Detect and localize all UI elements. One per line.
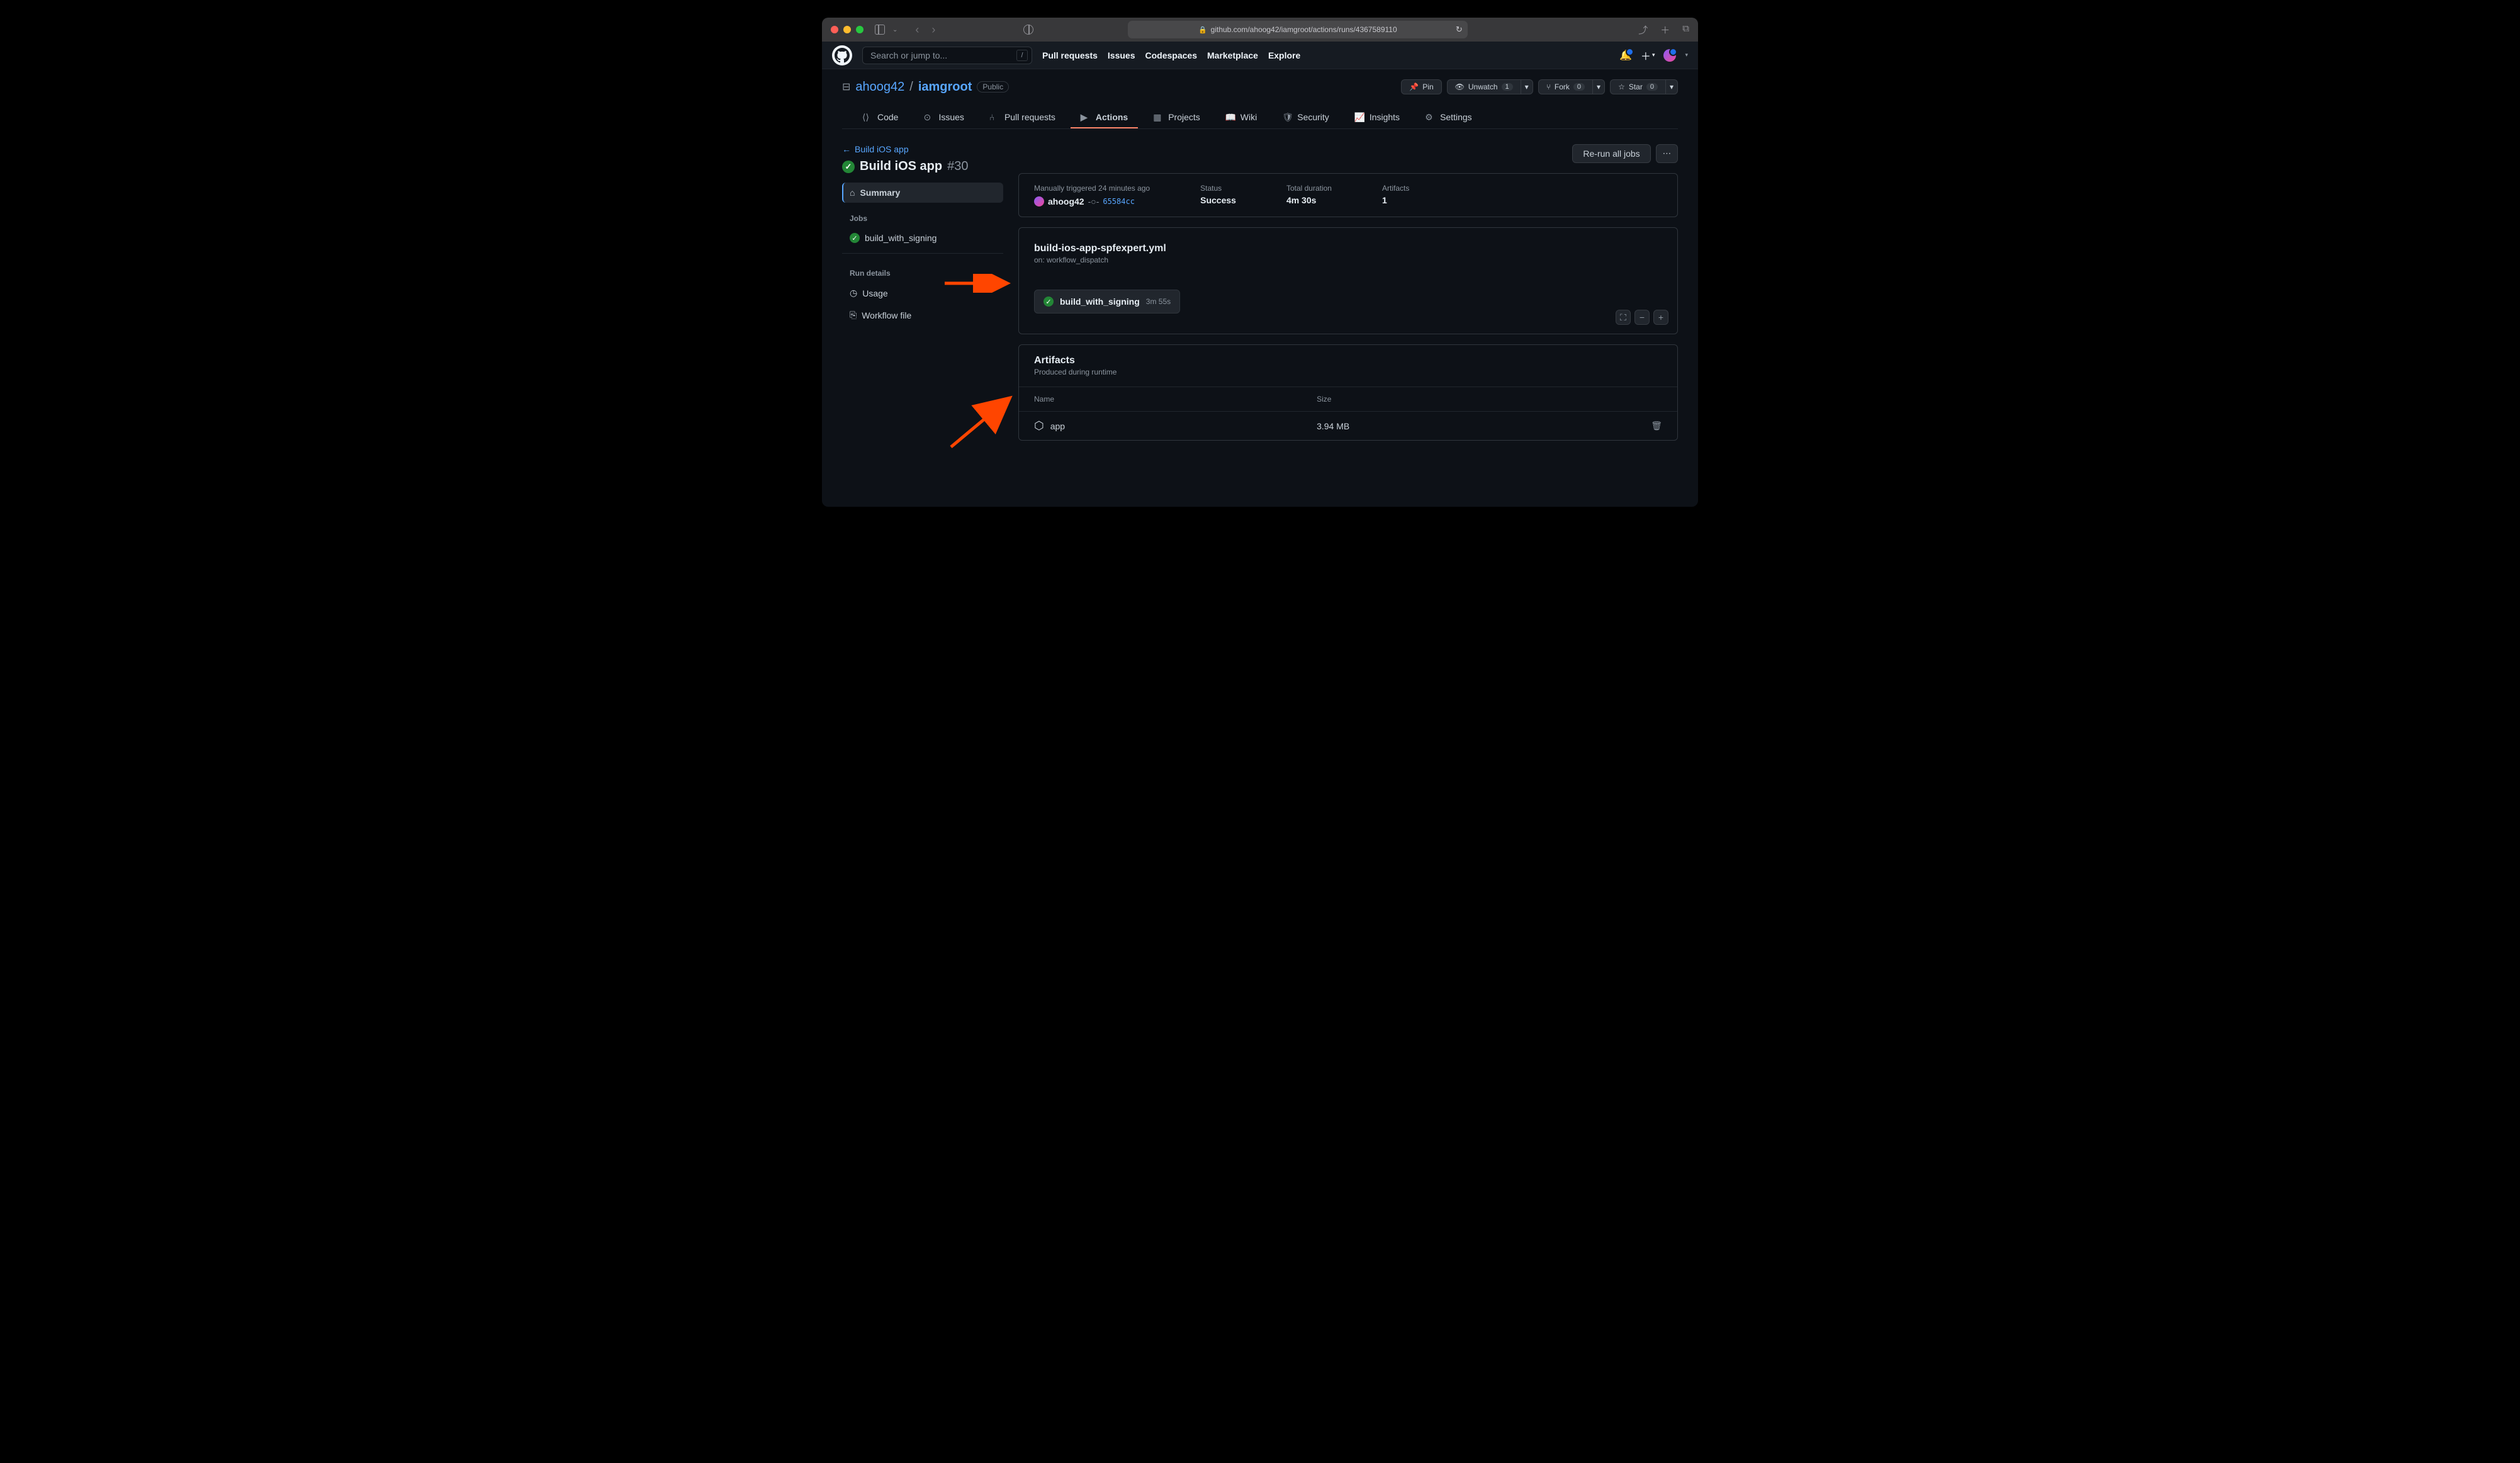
run-duration: 4m 30s	[1286, 195, 1332, 205]
nav-pull-requests[interactable]: Pull requests	[1042, 50, 1098, 60]
zoom-in-button[interactable]: +	[1653, 310, 1668, 325]
search-input[interactable]: Search or jump to... /	[862, 47, 1032, 64]
nav-issues[interactable]: Issues	[1108, 50, 1135, 60]
run-status: Success	[1200, 195, 1236, 205]
rerun-all-jobs-button[interactable]: Re-run all jobs	[1572, 144, 1650, 163]
trigger-user-link[interactable]: ahoog42	[1048, 196, 1084, 206]
repo-tabs: ⟨⟩Code ⊙Issues ⑃Pull requests ▶Actions ▦…	[842, 107, 1678, 129]
user-avatar[interactable]	[1663, 49, 1676, 62]
sidebar-usage[interactable]: ◷Usage	[842, 283, 1003, 303]
sidebar-jobs-header: Jobs	[842, 204, 1003, 228]
new-tab-icon[interactable]: ＋	[1660, 23, 1670, 37]
tab-actions[interactable]: ▶Actions	[1071, 107, 1138, 128]
repo-owner-link[interactable]: ahoog42	[855, 80, 904, 94]
visibility-badge: Public	[977, 81, 1009, 93]
artifacts-title: Artifacts	[1019, 355, 1677, 366]
tabs-overview-icon[interactable]: ⧉	[1682, 23, 1689, 37]
nav-forward-icon[interactable]: ›	[931, 23, 935, 37]
sidebar-job-build-with-signing[interactable]: ✓build_with_signing	[842, 228, 1003, 248]
artifact-size: 3.94 MB	[1317, 421, 1651, 431]
run-more-actions[interactable]: ⋯	[1656, 144, 1678, 163]
share-icon[interactable]: ⤴	[1638, 23, 1648, 37]
repo-breadcrumb: ⊟ ahoog42 / iamgroot Public 📌Pin 👁Unwatc…	[842, 79, 1678, 94]
zoom-out-button[interactable]: −	[1634, 310, 1650, 325]
github-header: Search or jump to... / Pull requests Iss…	[822, 42, 1698, 69]
tab-code[interactable]: ⟨⟩Code	[852, 107, 908, 128]
artifact-row[interactable]: ⬡ app 3.94 MB 🗑	[1019, 411, 1677, 440]
artifacts-count: 1	[1382, 195, 1409, 205]
artifact-name[interactable]: app	[1050, 421, 1065, 431]
tab-security[interactable]: 🛡Security	[1272, 107, 1339, 128]
minimize-window[interactable]	[843, 26, 851, 33]
repo-icon: ⊟	[842, 81, 850, 93]
workflow-graph-card: build-ios-app-spfexpert.yml on: workflow…	[1018, 227, 1678, 334]
run-summary-card: Manually triggered 24 minutes ago ahoog4…	[1018, 173, 1678, 217]
artifacts-subtitle: Produced during runtime	[1019, 366, 1677, 387]
unwatch-button[interactable]: 👁Unwatch1	[1447, 79, 1521, 94]
lock-icon: 🔒	[1198, 26, 1207, 34]
workflow-file-name: build-ios-app-spfexpert.yml	[1034, 243, 1662, 254]
reload-icon[interactable]: ↻	[1456, 25, 1463, 35]
fit-to-screen-button[interactable]: ⛶	[1616, 310, 1631, 325]
success-check-icon: ✓	[1043, 297, 1054, 307]
sidebar-toggle-icon[interactable]	[875, 25, 885, 35]
delete-artifact-icon[interactable]: 🗑	[1651, 421, 1662, 431]
run-title: ✓ Build iOS app #30	[842, 159, 1003, 174]
user-avatar-icon	[1034, 196, 1044, 206]
back-to-workflow[interactable]: ← Build iOS app	[842, 144, 1003, 154]
privacy-shield-icon[interactable]	[1023, 25, 1033, 35]
success-check-icon: ✓	[842, 161, 855, 173]
nav-codespaces[interactable]: Codespaces	[1145, 50, 1197, 60]
slash-shortcut-icon: /	[1016, 50, 1028, 61]
watch-dropdown[interactable]: ▾	[1521, 79, 1533, 94]
tab-pull-requests[interactable]: ⑃Pull requests	[979, 107, 1066, 128]
star-button[interactable]: ☆Star0	[1610, 79, 1665, 94]
global-nav: Pull requests Issues Codespaces Marketpl…	[1042, 50, 1300, 60]
traffic-lights[interactable]	[831, 26, 863, 33]
job-build-with-signing[interactable]: ✓ build_with_signing 3m 55s	[1034, 290, 1180, 314]
sidebar-run-details-header: Run details	[842, 259, 1003, 283]
nav-back-icon[interactable]: ‹	[915, 23, 919, 37]
commit-link[interactable]: 65584cc	[1103, 197, 1135, 206]
chevron-down-icon[interactable]: ▾	[1685, 52, 1688, 59]
fork-button[interactable]: ⑂Fork0	[1538, 79, 1592, 94]
create-new-icon[interactable]: ＋▾	[1641, 48, 1655, 63]
tab-insights[interactable]: 📈Insights	[1344, 107, 1410, 128]
pin-button[interactable]: 📌Pin	[1401, 79, 1441, 94]
url-bar[interactable]: 🔒 github.com/ahoog42/iamgroot/actions/ru…	[1128, 21, 1468, 38]
commit-icon: -○-	[1088, 196, 1100, 206]
notifications-icon[interactable]: 🔔	[1619, 49, 1632, 62]
workflow-trigger: on: workflow_dispatch	[1034, 256, 1662, 264]
chevron-down-icon[interactable]: ⌄	[892, 26, 897, 33]
search-placeholder: Search or jump to...	[870, 50, 947, 60]
sidebar-summary[interactable]: ⌂Summary	[842, 183, 1003, 203]
nav-explore[interactable]: Explore	[1268, 50, 1300, 60]
package-icon: ⬡	[1034, 419, 1044, 432]
close-window[interactable]	[831, 26, 838, 33]
fork-dropdown[interactable]: ▾	[1592, 79, 1605, 94]
maximize-window[interactable]	[856, 26, 863, 33]
success-check-icon: ✓	[850, 233, 860, 243]
tab-issues[interactable]: ⊙Issues	[913, 107, 974, 128]
github-logo-icon[interactable]	[832, 45, 852, 65]
sidebar-workflow-file[interactable]: ⎘Workflow file	[842, 305, 1003, 325]
tab-settings[interactable]: ⚙Settings	[1415, 107, 1482, 128]
browser-titlebar: ⌄ ‹ › 🔒 github.com/ahoog42/iamgroot/acti…	[822, 18, 1698, 42]
nav-marketplace[interactable]: Marketplace	[1207, 50, 1258, 60]
artifacts-card: Artifacts Produced during runtime Name S…	[1018, 344, 1678, 441]
tab-projects[interactable]: ▦Projects	[1143, 107, 1210, 128]
artifacts-col-size: Size	[1317, 395, 1662, 404]
trigger-label: Manually triggered 24 minutes ago	[1034, 184, 1150, 193]
repo-name-link[interactable]: iamgroot	[918, 80, 972, 94]
tab-wiki[interactable]: 📖Wiki	[1215, 107, 1267, 128]
artifacts-col-name: Name	[1034, 395, 1317, 404]
star-dropdown[interactable]: ▾	[1665, 79, 1678, 94]
url-text: github.com/ahoog42/iamgroot/actions/runs…	[1211, 25, 1397, 34]
